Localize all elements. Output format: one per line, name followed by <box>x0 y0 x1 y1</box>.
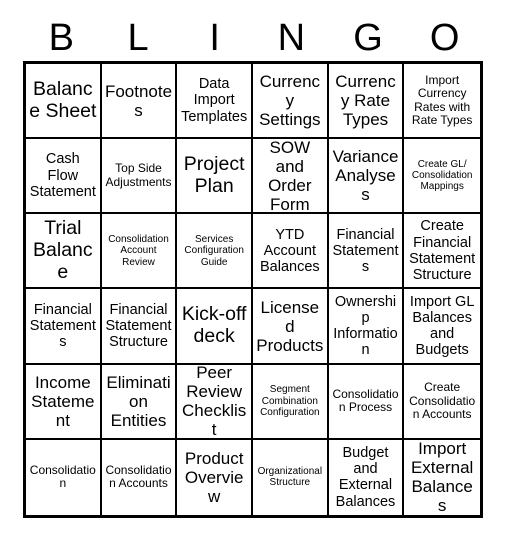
bingo-header-letter-5: O <box>429 17 460 59</box>
bingo-cell-label: Footnotes <box>104 81 173 120</box>
bingo-cell[interactable]: Create GL/ Consolidation Mappings <box>404 139 480 215</box>
bingo-cell-label: Currency Rate Types <box>335 72 396 130</box>
bingo-cell-label: Trial Balance <box>33 217 93 283</box>
bingo-cell[interactable]: Licensed Products <box>252 289 329 365</box>
bingo-cell-label: Data Import Templates <box>181 76 248 125</box>
bingo-cell-label: Top Side Adjustments <box>105 161 172 189</box>
bingo-cell[interactable]: Organizational Structure <box>252 439 329 515</box>
bingo-cell[interactable]: Financial Statement Structure <box>101 289 178 365</box>
bingo-header-letter-0: B <box>48 17 75 59</box>
bingo-cell[interactable]: Balance Sheet <box>26 64 102 140</box>
bingo-header-letter-4: G <box>353 17 383 59</box>
bingo-cell[interactable]: Cash Flow Statement <box>26 139 102 215</box>
bingo-cell[interactable]: Import Currency Rates with Rate Types <box>404 64 480 140</box>
bingo-cell-label: Financial Statements <box>29 301 96 351</box>
bingo-cell-label: Create Consolidation Accounts <box>409 380 476 421</box>
bingo-cell[interactable]: Product Overview <box>177 439 253 515</box>
bingo-cell[interactable]: YTD Account Balances <box>252 214 329 290</box>
bingo-header-letter-2: I <box>209 17 220 59</box>
bingo-cell-label: Currency Settings <box>259 72 321 130</box>
bingo-cell[interactable]: Consolidation Account Review <box>101 214 178 290</box>
bingo-cell[interactable]: Income Statement <box>26 364 102 440</box>
bingo-cell-label: Consolidation Account Review <box>108 234 169 268</box>
bingo-cell[interactable]: Consolidation Accounts <box>101 439 178 515</box>
bingo-cell-label: Project Plan <box>183 152 245 197</box>
bingo-cell[interactable]: Import External Balances <box>404 439 480 515</box>
bingo-card: B L I N G O Balance Sheet Footnotes Data Import… <box>0 0 507 544</box>
bingo-grid: Balance Sheet Footnotes Data Import Templa… <box>23 61 483 518</box>
bingo-cell-label: Elimination Entities <box>106 372 171 430</box>
bingo-cell[interactable]: Segment Combination Configuration <box>252 364 329 440</box>
bingo-cell-label: Consolidation <box>29 462 96 491</box>
bingo-cell[interactable]: Currency Rate Types <box>328 64 405 140</box>
bingo-cell-label: Cash Flow Statement <box>29 151 96 200</box>
bingo-cell-label: Segment Combination Configuration <box>260 384 320 418</box>
bingo-cell[interactable]: Consolidation <box>26 439 102 515</box>
bingo-cell[interactable]: Footnotes <box>101 64 178 140</box>
bingo-cell[interactable]: Data Import Templates <box>177 64 253 140</box>
bingo-header-letters: BLINGO <box>23 16 483 60</box>
bingo-cell-label: SOW and Order Form <box>268 139 312 214</box>
bingo-cell[interactable]: Financial Statements <box>26 289 102 365</box>
bingo-cell-label: Import Currency Rates with Rate Types <box>411 72 473 128</box>
bingo-cell-label: Import GL Balances and Budgets <box>409 293 475 359</box>
bingo-cell[interactable]: Ownership Information <box>328 289 405 365</box>
bingo-cell-label: Licensed Products <box>256 297 324 355</box>
bingo-cell[interactable]: Create Consolidation Accounts <box>404 364 480 440</box>
bingo-cell-label: Organizational Structure <box>257 466 323 489</box>
bingo-cell-label: Balance Sheet <box>29 77 97 122</box>
bingo-cell[interactable]: Variance Analyses <box>328 139 405 215</box>
bingo-cell-label: Income Statement <box>31 372 95 430</box>
bingo-cell[interactable]: Project Plan <box>177 139 253 215</box>
bingo-cell-label: Import External Balances <box>410 439 474 515</box>
bingo-cell[interactable]: Import GL Balances and Budgets <box>404 289 480 365</box>
bingo-cell-label: Consolidation Accounts <box>105 462 172 491</box>
bingo-header-letter-3: N <box>277 17 306 59</box>
bingo-cell-label: Financial Statements <box>332 226 399 276</box>
bingo-cell-label: Kick-off deck <box>181 303 247 348</box>
bingo-cell-label: Create GL/ Consolidation Mappings <box>411 158 473 193</box>
bingo-cell[interactable]: Financial Statements <box>328 214 405 290</box>
bingo-cell-label: Peer Review Checklist <box>182 364 247 440</box>
bingo-cell-label: YTD Account Balances <box>259 226 320 276</box>
bingo-cell[interactable]: SOW and Order Form <box>252 139 329 215</box>
bingo-cell[interactable]: Top Side Adjustments <box>101 139 178 215</box>
bingo-cell[interactable]: Services Configuration Guide <box>177 214 253 290</box>
bingo-cell-label: Ownership Information <box>333 293 398 359</box>
bingo-cell-label: Services Configuration Guide <box>184 234 244 268</box>
bingo-cell[interactable]: Create Financial Statement Structure <box>404 214 480 290</box>
bingo-cell-label: Create Financial Statement Structure <box>409 218 476 284</box>
bingo-cell-label: Variance Analyses <box>332 147 399 205</box>
bingo-cell[interactable]: Elimination Entities <box>101 364 178 440</box>
bingo-header-letter-1: L <box>127 17 149 59</box>
bingo-cell-label: Consolidation Process <box>332 386 399 415</box>
bingo-cell-label: Product Overview <box>184 448 244 506</box>
bingo-cell-label: Financial Statement Structure <box>105 301 172 351</box>
bingo-cell[interactable]: Budget and External Balances <box>328 439 405 515</box>
bingo-cell-label: Budget and External Balances <box>335 444 396 510</box>
bingo-cell[interactable]: Currency Settings <box>252 64 329 140</box>
bingo-cell[interactable]: Kick-off deck <box>177 289 253 365</box>
bingo-cell[interactable]: Consolidation Process <box>328 364 405 440</box>
bingo-cell[interactable]: Trial Balance <box>26 214 102 290</box>
bingo-cell[interactable]: Peer Review Checklist <box>177 364 253 440</box>
